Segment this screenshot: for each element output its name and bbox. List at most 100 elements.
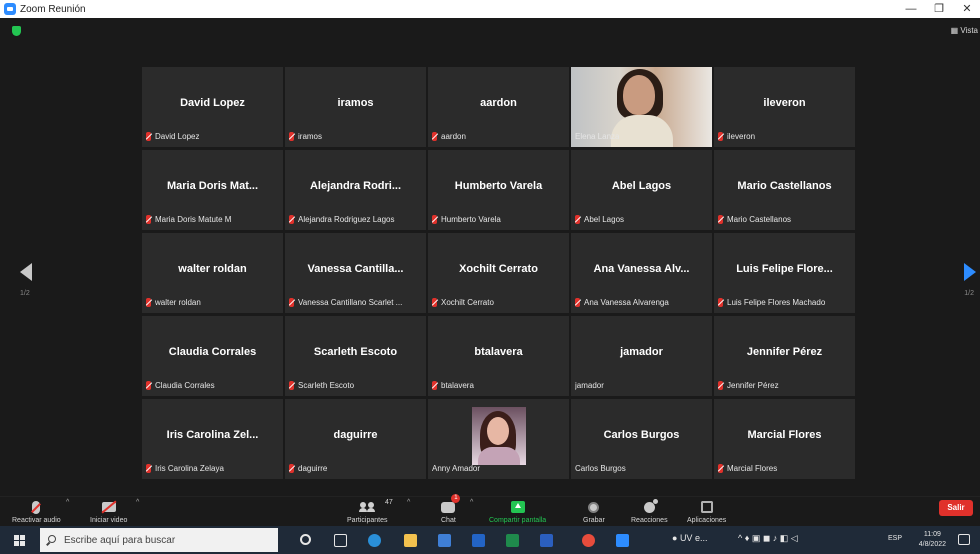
participant-tile[interactable]: David Lopez David Lopez: [142, 67, 283, 147]
muted-microphone-icon: [146, 298, 151, 307]
participant-display-name: Vanessa Cantilla...: [307, 263, 404, 275]
participant-name-label: Marcial Flores: [718, 462, 777, 475]
outlook-icon[interactable]: [472, 534, 485, 547]
participant-name-label: Jennifer Pérez: [718, 379, 779, 392]
participant-tile[interactable]: Vanessa Cantilla... Vanessa Cantillano Sc…: [285, 233, 426, 313]
participant-tile[interactable]: daguirre daguirre: [285, 399, 426, 479]
participants-caret-icon[interactable]: ^: [407, 499, 410, 506]
participant-tile[interactable]: Mario Castellanos Mario Castellanos: [714, 150, 855, 230]
close-button[interactable]: ✕: [954, 0, 980, 18]
participant-name-label: daguirre: [289, 462, 327, 475]
active-app-button[interactable]: ● UV e...: [672, 533, 707, 543]
participant-tile[interactable]: Carlos Burgos Carlos Burgos: [571, 399, 712, 479]
chat-button[interactable]: 1 Chat: [441, 494, 461, 524]
participant-name-text: Vanessa Cantillano Scarlet ...: [298, 298, 403, 307]
participant-tile[interactable]: Elena Lanza: [571, 67, 712, 147]
muted-microphone-icon: [289, 132, 294, 141]
participant-tile[interactable]: Marcial Flores Marcial Flores: [714, 399, 855, 479]
participants-button[interactable]: Participantes: [347, 499, 387, 524]
window-title: Zoom Reunión: [20, 3, 86, 15]
participant-tile[interactable]: Anny Amador: [428, 399, 569, 479]
muted-microphone-icon: [718, 464, 723, 473]
file-explorer-icon[interactable]: [404, 534, 417, 547]
participant-name-label: Xochilt Cerrato: [432, 296, 494, 309]
participant-name-label: Luis Felipe Flores Machado: [718, 296, 825, 309]
video-options-caret-icon[interactable]: ^: [136, 499, 139, 506]
participant-name-text: Anny Amador: [432, 464, 481, 473]
participant-name-text: Elena Lanza: [575, 132, 620, 141]
participant-tile[interactable]: btalavera btalavera: [428, 316, 569, 396]
reactions-button[interactable]: Reacciones: [631, 498, 668, 524]
previous-page-arrow-icon[interactable]: [20, 263, 32, 281]
participant-tile[interactable]: Ana Vanessa Alv... Ana Vanessa Alvarenga: [571, 233, 712, 313]
muted-microphone-icon: [146, 381, 151, 390]
leave-button[interactable]: Salir: [939, 500, 973, 516]
notifications-icon[interactable]: [958, 534, 970, 545]
chat-icon: [441, 501, 456, 513]
windows-start-icon[interactable]: [14, 535, 25, 546]
muted-microphone-icon: [718, 298, 723, 307]
share-screen-icon: [510, 501, 525, 513]
camera-off-icon: [101, 502, 116, 512]
participant-display-name: daguirre: [333, 429, 378, 441]
participant-tile[interactable]: Humberto Varela Humberto Varela: [428, 150, 569, 230]
search-placeholder: Escribe aquí para buscar: [64, 534, 176, 546]
participant-display-name: jamador: [620, 346, 663, 358]
participant-tile[interactable]: Jennifer Pérez Jennifer Pérez: [714, 316, 855, 396]
store-icon[interactable]: [438, 534, 451, 547]
participant-name-label: iramos: [289, 130, 322, 143]
participant-tile[interactable]: Claudia Corrales Claudia Corrales: [142, 316, 283, 396]
participant-name-text: Scarleth Escoto: [298, 381, 355, 390]
chrome-icon[interactable]: [582, 534, 595, 547]
participant-tile[interactable]: iramos iramos: [285, 67, 426, 147]
participant-name-label: David Lopez: [146, 130, 199, 143]
participant-tile[interactable]: Abel Lagos Abel Lagos: [571, 150, 712, 230]
participant-display-name: Abel Lagos: [611, 180, 672, 192]
active-app-label: UV e...: [679, 533, 708, 543]
language-indicator[interactable]: ESP: [888, 535, 902, 542]
participant-tile[interactable]: Xochilt Cerrato Xochilt Cerrato: [428, 233, 569, 313]
muted-microphone-icon: [146, 132, 151, 141]
participant-tile[interactable]: ileveron ileveron: [714, 67, 855, 147]
participant-tile[interactable]: Iris Carolina Zel... Iris Carolina Zelaya: [142, 399, 283, 479]
clock[interactable]: 11:09 4/8/2022: [919, 530, 946, 550]
task-view-icon[interactable]: [334, 534, 347, 547]
taskbar-search-box[interactable]: Escribe aquí para buscar: [40, 528, 278, 552]
participant-tile[interactable]: jamador jamador: [571, 316, 712, 396]
share-screen-button[interactable]: Compartir pantalla: [489, 499, 546, 524]
view-button[interactable]: ▦ Vista: [951, 26, 978, 35]
participant-tile[interactable]: walter roldan walter roldan: [142, 233, 283, 313]
page-indicator-right: 1/2: [964, 290, 974, 297]
participant-display-name: Marcial Flores: [747, 429, 822, 441]
participant-name-label: Claudia Corrales: [146, 379, 215, 392]
participant-tile[interactable]: Maria Doris Mat... Maria Doris Matute M: [142, 150, 283, 230]
participant-name-text: iramos: [298, 132, 323, 141]
audio-options-caret-icon[interactable]: ^: [66, 499, 69, 506]
zoom-taskbar-icon[interactable]: [616, 534, 629, 547]
meeting-controls-bar: Reactivar audio ^ Iniciar video ^ Partic…: [0, 494, 980, 526]
cortana-icon[interactable]: [300, 534, 311, 545]
participant-tile[interactable]: Alejandra Rodri... Alejandra Rodriguez La…: [285, 150, 426, 230]
word-icon[interactable]: [540, 534, 553, 547]
apps-button[interactable]: Aplicaciones: [687, 499, 726, 524]
participant-tile[interactable]: aardon aardon: [428, 67, 569, 147]
minimize-button[interactable]: —: [898, 0, 924, 18]
unmute-audio-button[interactable]: Reactivar audio: [12, 499, 61, 524]
tray-icons[interactable]: ^ ♦ ▣ ◼ ♪ ◧ ◁: [738, 533, 798, 544]
excel-icon[interactable]: [506, 534, 519, 547]
participants-count: 47: [385, 499, 393, 506]
participant-display-name: walter roldan: [178, 263, 247, 275]
security-shield-icon[interactable]: [12, 26, 21, 36]
participant-tile[interactable]: Scarleth Escoto Scarleth Escoto: [285, 316, 426, 396]
record-button[interactable]: Grabar: [583, 499, 605, 524]
participant-tile[interactable]: Luis Felipe Flore... Luis Felipe Flores M…: [714, 233, 855, 313]
chat-caret-icon[interactable]: ^: [470, 499, 473, 506]
participant-name-label: btalavera: [432, 379, 474, 392]
edge-icon[interactable]: [368, 534, 381, 547]
start-video-button[interactable]: Iniciar video: [90, 499, 127, 524]
record-label: Grabar: [583, 517, 605, 524]
next-page-arrow-icon[interactable]: [964, 263, 976, 281]
participant-display-name: Scarleth Escoto: [313, 346, 398, 358]
participant-display-name: iramos: [337, 97, 374, 109]
maximize-button[interactable]: ❐: [926, 0, 952, 18]
